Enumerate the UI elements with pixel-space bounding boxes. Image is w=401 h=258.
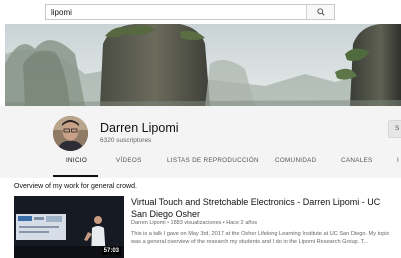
search-icon — [316, 8, 325, 16]
featured-section: Overview of my work for general crowd. 5… — [0, 178, 401, 258]
search-box — [45, 4, 335, 20]
video-description: This is a talk I gave on May 3rd, 2017 a… — [131, 231, 390, 245]
top-bar — [0, 0, 401, 24]
section-title[interactable]: Overview of my work for general crowd. — [14, 183, 137, 190]
channel-name: Darren Lipomi — [100, 121, 179, 135]
video-meta: Darren Lipomi • 1883 visualizaciones • H… — [131, 220, 258, 226]
subscribe-button[interactable]: S — [388, 120, 401, 138]
channel-tabs: INICIO VÍDEOS LISTAS DE REPRODUCCIÓN COM… — [0, 151, 401, 177]
tab-info[interactable]: I — [397, 157, 399, 164]
channel-header: Darren Lipomi 6320 suscriptores S INICIO… — [0, 106, 401, 178]
tab-community[interactable]: COMUNIDAD — [275, 157, 317, 164]
video-title[interactable]: Virtual Touch and Stretchable Electronic… — [131, 197, 397, 220]
active-tab-indicator — [53, 175, 98, 177]
channel-banner — [5, 24, 401, 106]
tab-playlists[interactable]: LISTAS DE REPRODUCCIÓN — [167, 157, 259, 164]
video-duration: 57:03 — [101, 247, 121, 255]
tab-channels[interactable]: CANALES — [341, 157, 373, 164]
search-input[interactable] — [46, 5, 306, 19]
tab-videos[interactable]: VÍDEOS — [116, 157, 142, 164]
avatar[interactable] — [53, 116, 88, 151]
search-button[interactable] — [306, 5, 334, 19]
subscriber-count: 6320 suscriptores — [100, 137, 152, 144]
video-thumbnail[interactable]: 57:03 — [14, 196, 124, 258]
tab-inicio[interactable]: INICIO — [66, 157, 87, 164]
